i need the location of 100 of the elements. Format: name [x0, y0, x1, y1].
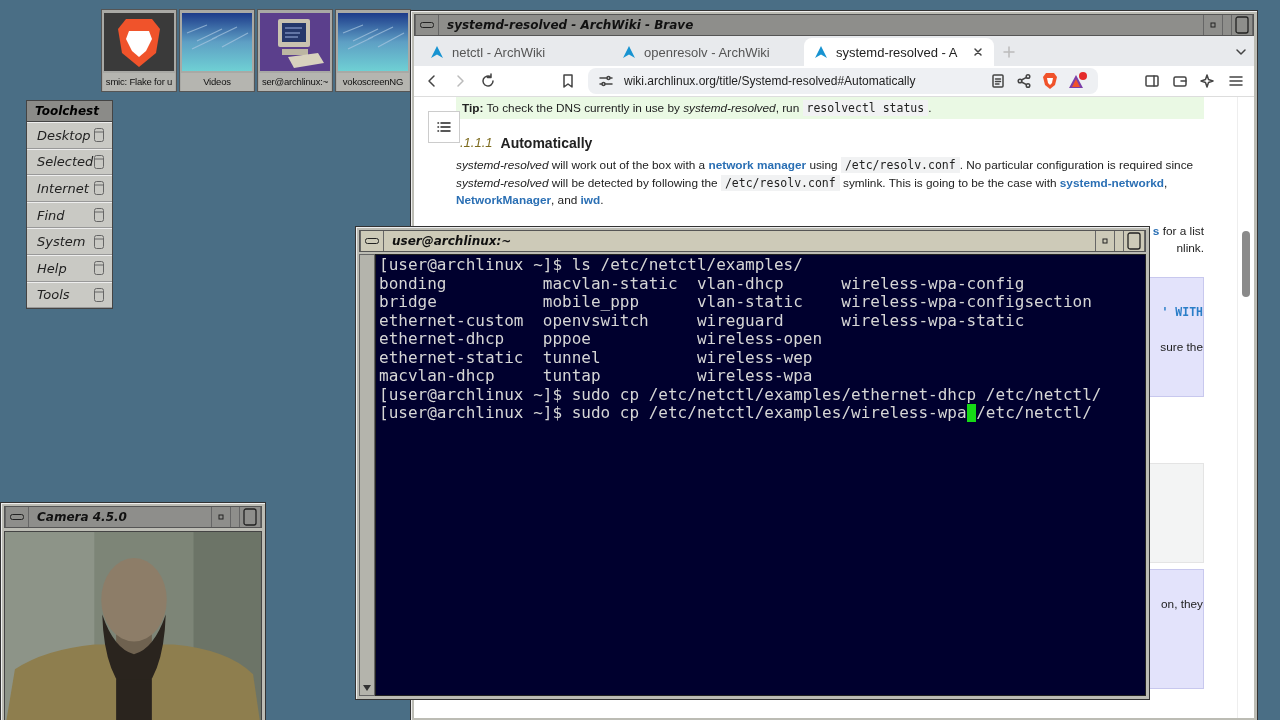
browser-tab[interactable]: openresolv - ArchWiki — [612, 38, 802, 66]
maximize-button[interactable] — [239, 507, 261, 527]
file-name: ethernet-custom — [379, 310, 524, 330]
menu-item[interactable]: Find — [27, 201, 112, 229]
file-name: wireless-wpa-config — [841, 273, 1025, 293]
file-name: wireless-wpa-static — [841, 310, 1025, 330]
file-name: vlan-dhcp — [696, 273, 784, 293]
link[interactable]: systemd-networkd — [1059, 175, 1165, 190]
text-fragment: s for a list — [1152, 222, 1204, 240]
list-icon — [436, 119, 452, 135]
shell-prompt: [user@archlinux ~]$ — [379, 256, 563, 275]
file-name: wireless-wpa-configsection — [841, 292, 1092, 311]
link[interactable]: NetworkManager — [456, 193, 552, 207]
file-name: pppoe — [542, 329, 591, 348]
link[interactable]: s — [1152, 223, 1160, 238]
file-name: ethernet-static — [379, 347, 524, 367]
sparkle-icon[interactable] — [1200, 73, 1216, 89]
shell-prompt: [user@archlinux ~]$ — [379, 404, 563, 423]
desktop-launcher[interactable]: vokoscreenNG — [335, 9, 411, 92]
drawer-icon — [94, 208, 104, 223]
address-field[interactable]: wiki.archlinux.org/title/Systemd-resolved#Automatically — [588, 68, 1098, 94]
text-fragment: on, they — [1161, 595, 1203, 613]
tip-text: Tip: To check the DNS currently in use by systemd-resolved, run resolvectl status . — [456, 97, 1204, 119]
file-name: wireless-wep — [696, 347, 813, 367]
menu-item[interactable]: Internet — [27, 175, 112, 202]
desktop-launcher[interactable]: Videos — [179, 9, 255, 92]
paragraph: systemd-resolved will work out of the box with a network manager using /etc/resolv.conf . No particular configuration is required since systemd-resolved will be detected by following the /etc/resolv.conf symlink. This is going to be the case with systemd-networkd, NetworkManager, and iwd. — [456, 157, 1195, 209]
computer-icon — [260, 13, 330, 71]
window-menu-button[interactable] — [415, 15, 439, 35]
command-text: /etc/netctl/ — [976, 404, 1092, 423]
menu-item[interactable]: System — [27, 228, 112, 255]
section-heading: Automatically — [500, 135, 593, 151]
file-name: macvlan-dhcp — [379, 366, 495, 385]
dash-icon — [10, 514, 24, 520]
desktop-launcher[interactable]: ser@archlinux:~ — [257, 9, 333, 92]
text-fragment: nlink. — [1176, 239, 1204, 257]
window-title: systemd-resolved - ArchWiki - Brave — [447, 18, 695, 32]
text-fragment: sure the — [1160, 338, 1203, 356]
minimize-button[interactable] — [1095, 231, 1115, 251]
shell-prompt: [user@archlinux ~]$ — [379, 385, 563, 404]
menu-item[interactable]: Selected — [27, 148, 112, 176]
scrollbar[interactable] — [359, 254, 375, 696]
browser-tab[interactable]: systemd-resolved - A — [804, 38, 994, 66]
menu-item[interactable]: Desktop — [27, 122, 112, 149]
drawer-icon — [94, 287, 104, 302]
rectangle-icon — [243, 508, 257, 526]
browser-tab[interactable]: netctl - ArchWiki — [420, 38, 610, 66]
window-menu-button[interactable] — [360, 231, 384, 251]
file-name: wireless-wpa — [696, 366, 813, 385]
peak-logo-icon — [814, 45, 828, 59]
section-number: .1.1.1 — [460, 135, 493, 151]
bookmark-icon[interactable] — [560, 73, 576, 89]
command-text: sudo cp /etc/netctl/examples/wireless-wpa — [571, 404, 967, 423]
menu-icon[interactable] — [1228, 73, 1244, 89]
drawer-icon — [94, 181, 104, 196]
window-title: Camera 4.5.0 — [37, 510, 128, 524]
menu-item[interactable]: Help — [27, 254, 112, 282]
site-settings-icon — [598, 73, 614, 89]
peak-logo-icon — [430, 45, 444, 59]
drawer-icon — [94, 261, 104, 276]
file-name: tunnel — [542, 347, 601, 367]
drawer-icon — [94, 128, 104, 143]
file-name: wireless-open — [696, 329, 823, 348]
desktop-launcher[interactable]: smic: Flake for u — [101, 9, 177, 92]
sidebar-icon[interactable] — [1144, 73, 1160, 89]
panel-title: Toolchest — [27, 101, 112, 122]
link[interactable]: network manager — [708, 158, 807, 172]
contents-button[interactable] — [428, 111, 460, 143]
share-icon[interactable] — [1016, 73, 1032, 89]
drawer-icon — [94, 234, 104, 249]
file-name: ethernet-dhcp — [379, 329, 505, 348]
maximize-button[interactable] — [1231, 15, 1253, 35]
wallet-icon[interactable] — [1172, 73, 1188, 89]
window-title: user@archlinux:~ — [392, 234, 513, 248]
close-icon[interactable] — [972, 46, 984, 58]
dash-icon — [420, 22, 434, 28]
peak-logo-icon — [622, 45, 636, 59]
text-fragment: ' WITH — [1161, 303, 1203, 321]
maximize-button[interactable] — [1123, 231, 1145, 251]
file-name: tuntap — [542, 366, 601, 385]
menu-item[interactable]: Tools — [27, 281, 112, 309]
reload-icon[interactable] — [480, 73, 496, 89]
window-menu-button[interactable] — [5, 507, 29, 527]
file-name: wireguard — [696, 310, 784, 330]
lion-shield-icon — [104, 13, 174, 71]
file-name: mobile_ppp — [542, 292, 640, 311]
file-name: bonding — [379, 273, 447, 293]
lion-shield-icon[interactable] — [1042, 72, 1058, 90]
file-name: openvswitch — [542, 310, 649, 330]
rectangle-icon — [1235, 16, 1249, 34]
reader-icon[interactable] — [990, 73, 1006, 89]
command-text: ls /etc/netctl/examples/ — [571, 256, 803, 275]
triangle-badge-icon[interactable] — [1068, 72, 1088, 90]
drawer-icon — [94, 154, 104, 169]
file-name: vlan-static — [696, 292, 803, 311]
dash-icon — [365, 238, 379, 244]
down-arrow-icon — [363, 685, 371, 691]
file-name: bridge — [379, 292, 437, 311]
file-name: macvlan-static — [542, 273, 678, 293]
command-text: sudo cp /etc/netctl/examples/ethernet-dhcp /etc/netctl/ — [571, 385, 1102, 404]
